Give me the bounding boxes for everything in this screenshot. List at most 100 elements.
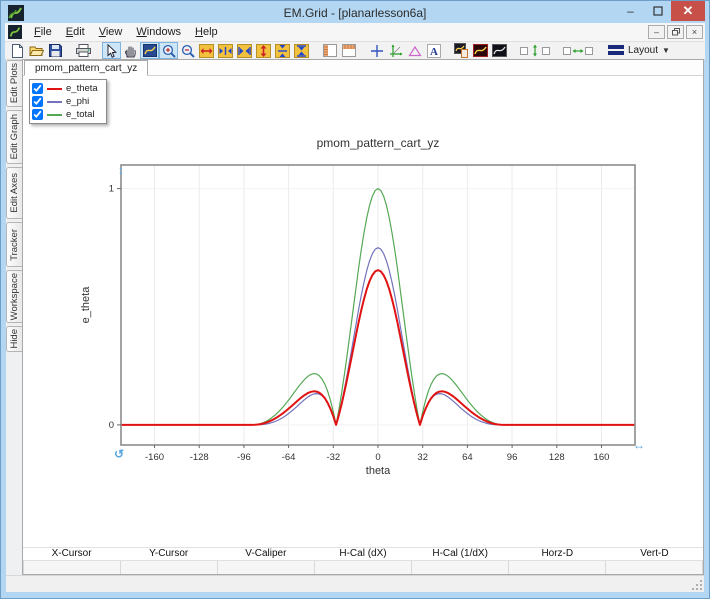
sidebar-tab-label: Hide [9,329,20,349]
toolbar: A Layout ▼ [5,42,705,60]
expand-y-button[interactable] [254,42,273,59]
panel-top-icon [341,44,356,57]
copy-plot-button[interactable] [452,42,471,59]
readout-value [412,561,509,574]
add-text-button[interactable]: A [424,42,443,59]
svg-text:64: 64 [462,452,473,463]
svg-text:160: 160 [594,452,610,463]
readout-value [509,561,606,574]
readout-header: V-Caliper [245,548,287,559]
title-bar: EM.Grid - [planarlesson6a] – ✕ [5,1,705,23]
readout-value [218,561,315,574]
expand-y-icon [256,43,271,58]
legend-label: e_phi [66,96,90,107]
menu-windows[interactable]: Windows [129,24,188,40]
sidebar-tab-hide[interactable]: Hide [6,326,22,352]
legend-row-e-phi: e_phi [32,95,98,108]
expand-x-button[interactable] [197,42,216,59]
fit-y-button[interactable] [292,42,311,59]
legend-box[interactable]: e_theta e_phi e_total [29,79,107,124]
space-horizontal-icon [563,47,593,55]
new-file-icon [12,43,23,58]
legend-label: e_total [66,109,95,120]
readout-value [121,561,218,574]
close-button[interactable]: ✕ [671,1,705,21]
space-vertical-button[interactable] [518,42,552,59]
compress-x-icon [218,43,233,58]
compress-x-button[interactable] [216,42,235,59]
panel-top-button[interactable] [339,42,358,59]
side-tab-strip: Edit Plots Edit Graph Edit Axes Tracker … [6,60,22,575]
print-button[interactable] [74,42,93,59]
minimize-button[interactable]: – [617,1,644,21]
compress-y-button[interactable] [273,42,292,59]
sidebar-tab-edit-graph[interactable]: Edit Graph [6,110,22,164]
legend-label: e_theta [66,83,98,94]
pan-hand-button[interactable] [121,42,140,59]
child-close-button[interactable]: × [686,25,703,39]
child-restore-button[interactable] [667,25,684,39]
legend-checkbox-e-theta[interactable] [32,83,43,94]
zoom-region-button[interactable] [140,42,159,59]
legend-row-e-theta: e_theta [32,82,98,95]
sidebar-tab-edit-axes[interactable]: Edit Axes [6,167,22,219]
svg-text:-32: -32 [326,452,340,463]
readout-value [606,561,703,574]
move-axes-button[interactable] [386,42,405,59]
readout-value-row [23,560,703,574]
svg-text:1: 1 [109,184,114,195]
sidebar-tab-label: Workspace [9,272,20,321]
crosshair-button[interactable] [367,42,386,59]
zoom-out-button[interactable] [178,42,197,59]
new-file-button[interactable] [8,42,27,59]
plot-style-red-icon [473,44,488,57]
menu-file[interactable]: File [27,24,59,40]
fit-y-icon [294,43,309,58]
open-file-button[interactable] [27,42,46,59]
chevron-down-icon: ▼ [662,46,670,55]
chart-svg[interactable]: -160 -128 -96 -64 -32 0 32 64 96 128 160 0 1 pmom_pat… [23,76,703,549]
sidebar-tab-label: Edit Axes [9,173,20,213]
legend-checkbox-e-total[interactable] [32,109,43,120]
draw-triangle-button[interactable] [405,42,424,59]
plot-style-red-button[interactable] [471,42,490,59]
resize-grip[interactable] [692,580,703,591]
panel-left-button[interactable] [320,42,339,59]
maximize-button[interactable] [644,1,671,21]
menu-help[interactable]: Help [188,24,225,40]
sidebar-tab-tracker[interactable]: Tracker [6,222,22,267]
readout-header: Y-Cursor [149,548,189,559]
tab-pmom-pattern-cart-yz[interactable]: pmom_pattern_cart_yz [24,60,149,76]
space-horizontal-button[interactable] [561,42,595,59]
zoom-out-icon [181,44,195,58]
pan-hand-icon [124,45,136,58]
panel-left-icon [322,44,337,57]
legend-line-swatch [47,113,62,116]
status-bar [6,575,704,592]
window-title: EM.Grid - [planarlesson6a] [283,5,427,20]
child-minimize-button[interactable]: – [648,25,665,39]
sidebar-tab-label: Edit Graph [9,114,20,160]
restore-icon [671,28,680,36]
layout-label: Layout [628,45,659,56]
document-logo-icon [8,25,22,39]
save-button[interactable] [46,42,65,59]
open-file-icon [29,46,44,56]
select-cursor-button[interactable] [102,42,121,59]
menu-edit[interactable]: Edit [59,24,92,40]
compress-y-icon [275,43,290,58]
fit-x-button[interactable] [235,42,254,59]
zoom-in-button[interactable] [159,42,178,59]
readout-header: Vert-D [640,548,669,559]
legend-checkbox-e-phi[interactable] [32,96,43,107]
plot-style-dark-button[interactable] [490,42,509,59]
sidebar-tab-edit-plots[interactable]: Edit Plots [6,60,22,107]
plot-canvas[interactable]: -160 -128 -96 -64 -32 0 32 64 96 128 160 0 1 pmom_pat… [23,76,703,549]
expand-x-icon [199,43,214,58]
copy-plot-icon [454,43,468,58]
menu-view[interactable]: View [92,24,130,40]
zoom-region-icon [142,44,157,57]
layout-dropdown[interactable]: Layout ▼ [604,44,674,57]
svg-text:32: 32 [417,452,428,463]
sidebar-tab-workspace[interactable]: Workspace [6,270,22,323]
